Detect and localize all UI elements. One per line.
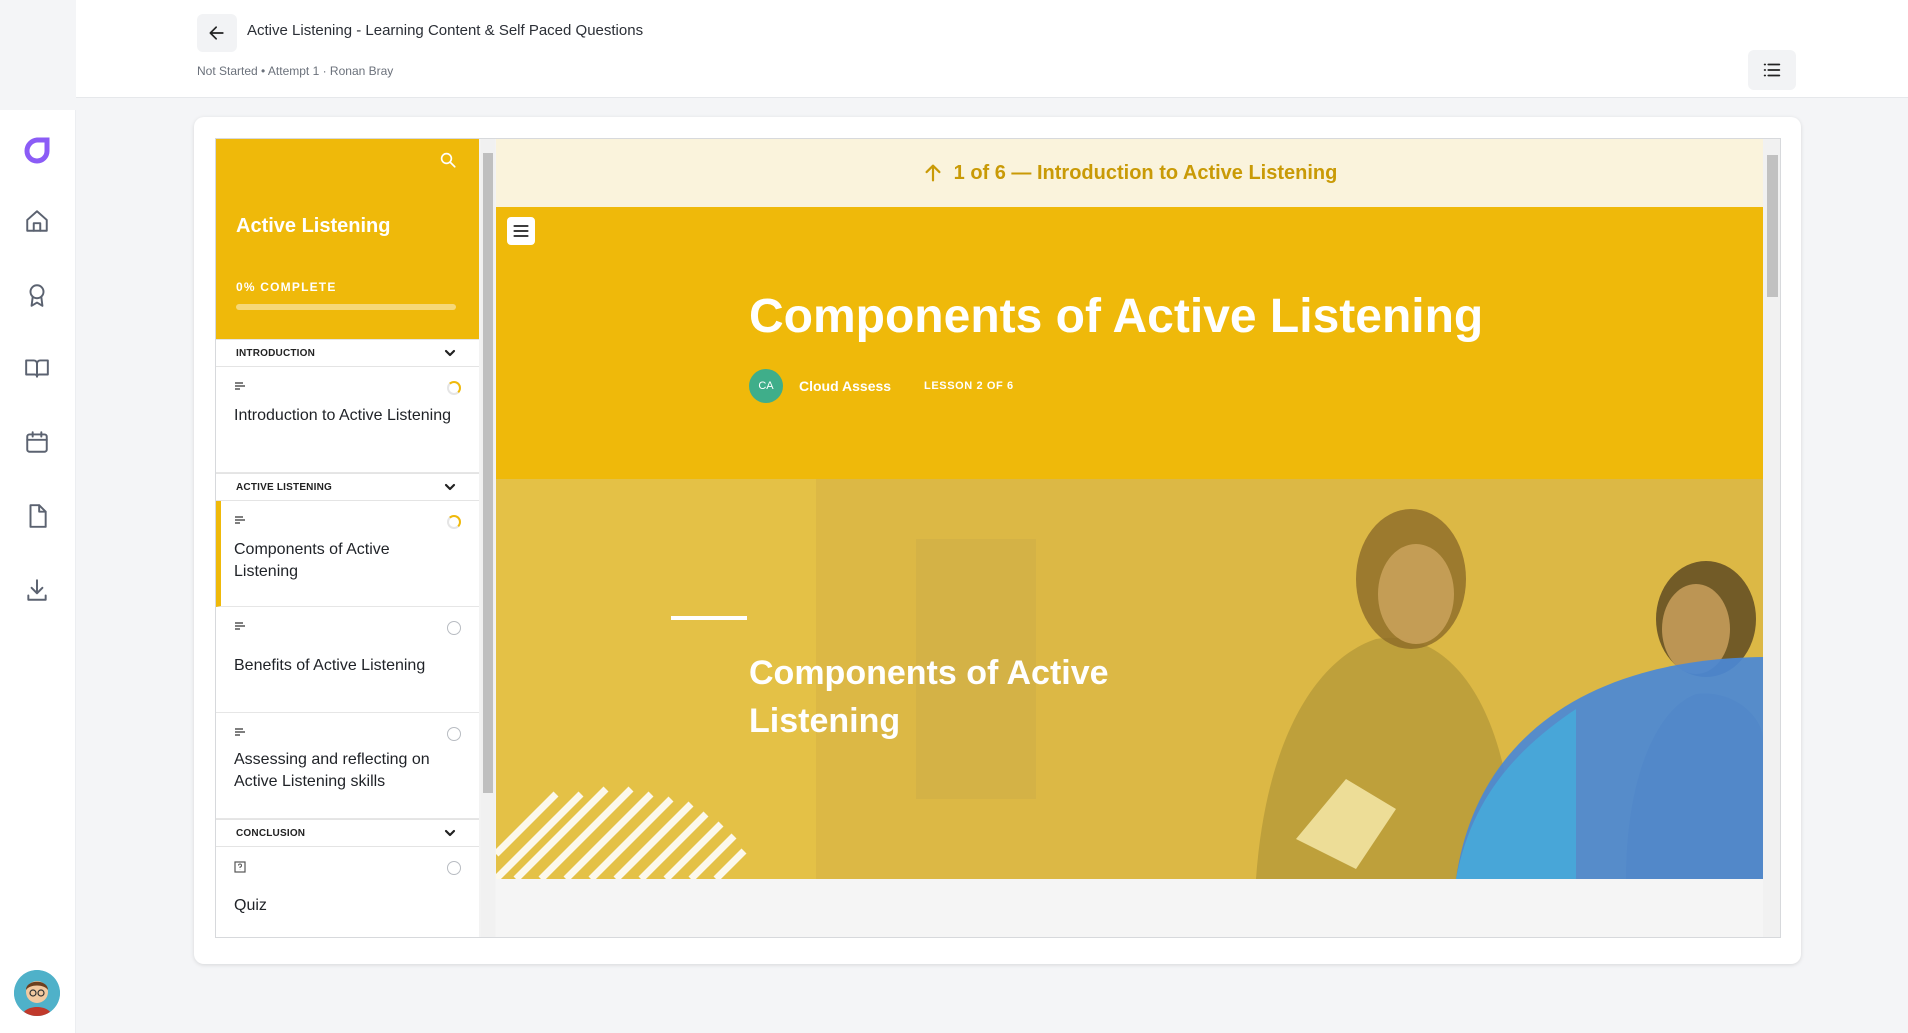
- outline-button[interactable]: [1748, 50, 1796, 90]
- previous-lesson-label: 1 of 6 — Introduction to Active Listenin…: [953, 161, 1338, 184]
- status-icon: [447, 861, 461, 875]
- calendar-icon[interactable]: [18, 423, 56, 461]
- text-lesson-icon: [235, 516, 245, 524]
- book-icon[interactable]: [18, 349, 56, 387]
- lesson-item-active[interactable]: Components of Active Listening: [216, 501, 479, 607]
- status-icon: [447, 727, 461, 741]
- app-rail: [0, 0, 76, 1033]
- section-active-listening[interactable]: ACTIVE LISTENING: [216, 473, 479, 501]
- lesson-title: Assessing and reflecting on Active Liste…: [234, 751, 430, 790]
- page-title: Active Listening - Learning Content & Se…: [247, 22, 644, 39]
- course-frame: Active Listening 0% COMPLETE INTRODUCTIO…: [215, 138, 1781, 938]
- text-lesson-icon: [235, 382, 245, 390]
- lesson-title: Quiz: [234, 897, 267, 914]
- lesson-title: Components of Active Listening: [234, 541, 390, 580]
- previous-lesson-link[interactable]: 1 of 6 — Introduction to Active Listenin…: [496, 139, 1763, 207]
- status-icon: [447, 515, 461, 529]
- chevron-down-icon: [443, 826, 457, 840]
- sidebar-scrollbar[interactable]: [481, 139, 495, 937]
- lesson-item[interactable]: Benefits of Active Listening: [216, 607, 479, 713]
- arrow-up-icon: [925, 164, 941, 182]
- back-button[interactable]: [197, 14, 237, 52]
- file-icon[interactable]: [18, 497, 56, 535]
- course-header: Active Listening 0% COMPLETE: [216, 139, 479, 339]
- rail-top: [0, 0, 76, 110]
- lesson-hero: Components of Active Listening CA Cloud …: [496, 207, 1763, 479]
- progress-label: 0% COMPLETE: [236, 280, 337, 294]
- lesson-item[interactable]: Assessing and reflecting on Active Liste…: [216, 713, 479, 819]
- list-icon: [1763, 63, 1781, 77]
- content-scrollbar[interactable]: [1763, 139, 1780, 937]
- section-conclusion[interactable]: CONCLUSION: [216, 819, 479, 847]
- home-icon[interactable]: [18, 202, 56, 240]
- text-lesson-icon: [235, 622, 245, 630]
- search-icon[interactable]: [439, 151, 461, 173]
- status-icon: [447, 381, 461, 395]
- status-icon: [447, 621, 461, 635]
- banner-divider: [671, 616, 747, 620]
- download-icon[interactable]: [18, 571, 56, 609]
- author-name: Cloud Assess: [799, 378, 892, 394]
- lesson-title: Introduction to Active Listening: [234, 407, 452, 424]
- lesson-item[interactable]: Introduction to Active Listening: [216, 367, 479, 473]
- app-logo[interactable]: [18, 130, 56, 168]
- section-label: INTRODUCTION: [236, 348, 316, 359]
- scrollbar-thumb[interactable]: [1767, 155, 1778, 297]
- page-header: Active Listening - Learning Content & Se…: [76, 0, 1908, 98]
- lesson-counter: LESSON 2 OF 6: [924, 380, 1014, 392]
- lesson-banner-image: Components of Active Listening: [496, 479, 1763, 879]
- award-icon[interactable]: [18, 276, 56, 314]
- lesson-title: Benefits of Active Listening: [234, 657, 426, 674]
- quiz-icon: [234, 861, 246, 873]
- section-introduction[interactable]: INTRODUCTION: [216, 339, 479, 367]
- attempt-meta: Not Started • Attempt 1 · Ronan Bray: [197, 64, 394, 78]
- hamburger-icon: [513, 225, 529, 237]
- progress-bar: [236, 304, 456, 310]
- menu-button[interactable]: [507, 217, 535, 245]
- lesson-title-heading: Components of Active Listening: [749, 290, 1484, 343]
- section-label: CONCLUSION: [236, 828, 306, 839]
- lesson-item[interactable]: Quiz: [216, 847, 479, 937]
- author-avatar: CA: [749, 369, 783, 403]
- chevron-down-icon: [443, 480, 457, 494]
- scrollbar-thumb[interactable]: [483, 153, 493, 793]
- section-label: ACTIVE LISTENING: [236, 482, 332, 493]
- avatar[interactable]: [14, 970, 60, 1016]
- arrow-left-icon: [209, 26, 224, 40]
- text-lesson-icon: [235, 728, 245, 736]
- chevron-down-icon: [443, 346, 457, 360]
- course-title: Active Listening: [236, 215, 391, 237]
- banner-title: Components of Active Listening: [749, 654, 1109, 740]
- lesson-content: 1 of 6 — Introduction to Active Listenin…: [496, 139, 1780, 937]
- course-sidebar: Active Listening 0% COMPLETE INTRODUCTIO…: [216, 139, 479, 937]
